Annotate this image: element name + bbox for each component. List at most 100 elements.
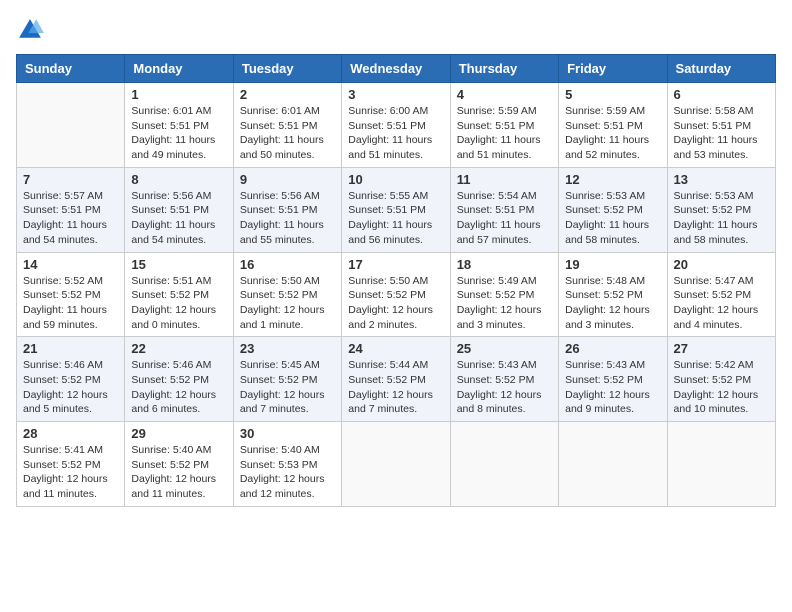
day-cell: 2 Sunrise: 6:01 AM Sunset: 5:51 PM Daylig… [233, 83, 341, 168]
week-row-3: 14 Sunrise: 5:52 AM Sunset: 5:52 PM Dayli… [17, 252, 776, 337]
day-cell: 7 Sunrise: 5:57 AM Sunset: 5:51 PM Daylig… [17, 167, 125, 252]
day-cell: 22Sunrise: 5:46 AM Sunset: 5:52 PM Dayli… [125, 337, 233, 422]
day-number: 21 [23, 341, 118, 356]
day-number: 23 [240, 341, 335, 356]
day-cell [559, 422, 667, 507]
day-info: Sunrise: 5:42 AM Sunset: 5:52 PM Dayligh… [674, 358, 769, 417]
week-row-1: 1 Sunrise: 6:01 AM Sunset: 5:51 PM Daylig… [17, 83, 776, 168]
header-monday: Monday [125, 55, 233, 83]
header-wednesday: Wednesday [342, 55, 450, 83]
day-number: 18 [457, 257, 552, 272]
day-cell: 12 Sunrise: 5:53 AM Sunset: 5:52 PM Dayli… [559, 167, 667, 252]
day-info: Sunrise: 5:53 AM Sunset: 5:52 PM Dayligh… [674, 189, 769, 248]
day-info: Sunrise: 5:41 AM Sunset: 5:52 PM Dayligh… [23, 443, 118, 502]
calendar: SundayMondayTuesdayWednesdayThursdayFrid… [16, 54, 776, 507]
day-cell: 5 Sunrise: 5:59 AM Sunset: 5:51 PM Daylig… [559, 83, 667, 168]
day-cell: 24 Sunrise: 5:44 AM Sunset: 5:52 PM Dayli… [342, 337, 450, 422]
day-number: 28 [23, 426, 118, 441]
day-info: Sunrise: 5:46 AM Sunset: 5:52 PM Dayligh… [131, 358, 226, 417]
day-info: Sunrise: 5:46 AM Sunset: 5:52 PM Dayligh… [23, 358, 118, 417]
header-saturday: Saturday [667, 55, 775, 83]
day-number: 16 [240, 257, 335, 272]
day-cell: 27 Sunrise: 5:42 AM Sunset: 5:52 PM Dayli… [667, 337, 775, 422]
day-cell: 3Sunrise: 6:00 AM Sunset: 5:51 PM Daylig… [342, 83, 450, 168]
day-info: Sunrise: 5:44 AM Sunset: 5:52 PM Dayligh… [348, 358, 443, 417]
day-number: 4 [457, 87, 552, 102]
day-number: 5 [565, 87, 660, 102]
day-cell: 11 Sunrise: 5:54 AM Sunset: 5:51 PM Dayli… [450, 167, 558, 252]
logo-icon [16, 16, 44, 44]
day-number: 15 [131, 257, 226, 272]
day-number: 19 [565, 257, 660, 272]
day-number: 6 [674, 87, 769, 102]
week-row-5: 28 Sunrise: 5:41 AM Sunset: 5:52 PM Dayli… [17, 422, 776, 507]
day-info: Sunrise: 5:43 AM Sunset: 5:52 PM Dayligh… [565, 358, 660, 417]
day-cell: 18Sunrise: 5:49 AM Sunset: 5:52 PM Dayli… [450, 252, 558, 337]
day-cell: 14 Sunrise: 5:52 AM Sunset: 5:52 PM Dayli… [17, 252, 125, 337]
day-cell: 23 Sunrise: 5:45 AM Sunset: 5:52 PM Dayli… [233, 337, 341, 422]
header-friday: Friday [559, 55, 667, 83]
day-cell: 21 Sunrise: 5:46 AM Sunset: 5:52 PM Dayli… [17, 337, 125, 422]
day-cell: 4 Sunrise: 5:59 AM Sunset: 5:51 PM Daylig… [450, 83, 558, 168]
day-info: Sunrise: 5:47 AM Sunset: 5:52 PM Dayligh… [674, 274, 769, 333]
day-info: Sunrise: 5:53 AM Sunset: 5:52 PM Dayligh… [565, 189, 660, 248]
day-info: Sunrise: 5:55 AM Sunset: 5:51 PM Dayligh… [348, 189, 443, 248]
day-number: 13 [674, 172, 769, 187]
day-number: 11 [457, 172, 552, 187]
day-cell: 19 Sunrise: 5:48 AM Sunset: 5:52 PM Dayli… [559, 252, 667, 337]
day-number: 20 [674, 257, 769, 272]
day-info: Sunrise: 5:59 AM Sunset: 5:51 PM Dayligh… [565, 104, 660, 163]
day-cell: 20 Sunrise: 5:47 AM Sunset: 5:52 PM Dayli… [667, 252, 775, 337]
week-row-4: 21 Sunrise: 5:46 AM Sunset: 5:52 PM Dayli… [17, 337, 776, 422]
day-info: Sunrise: 5:58 AM Sunset: 5:51 PM Dayligh… [674, 104, 769, 163]
header-sunday: Sunday [17, 55, 125, 83]
day-info: Sunrise: 5:48 AM Sunset: 5:52 PM Dayligh… [565, 274, 660, 333]
day-info: Sunrise: 5:52 AM Sunset: 5:52 PM Dayligh… [23, 274, 118, 333]
day-number: 27 [674, 341, 769, 356]
day-cell [450, 422, 558, 507]
day-info: Sunrise: 6:01 AM Sunset: 5:51 PM Dayligh… [240, 104, 335, 163]
day-cell: 15 Sunrise: 5:51 AM Sunset: 5:52 PM Dayli… [125, 252, 233, 337]
day-info: Sunrise: 5:56 AM Sunset: 5:51 PM Dayligh… [240, 189, 335, 248]
day-info: Sunrise: 5:51 AM Sunset: 5:52 PM Dayligh… [131, 274, 226, 333]
day-cell: 1 Sunrise: 6:01 AM Sunset: 5:51 PM Daylig… [125, 83, 233, 168]
day-cell: 13 Sunrise: 5:53 AM Sunset: 5:52 PM Dayli… [667, 167, 775, 252]
day-number: 17 [348, 257, 443, 272]
day-number: 30 [240, 426, 335, 441]
page-header [16, 16, 776, 44]
day-cell: 10Sunrise: 5:55 AM Sunset: 5:51 PM Dayli… [342, 167, 450, 252]
day-cell: 8 Sunrise: 5:56 AM Sunset: 5:51 PM Daylig… [125, 167, 233, 252]
day-number: 9 [240, 172, 335, 187]
day-cell [667, 422, 775, 507]
day-cell: 26 Sunrise: 5:43 AM Sunset: 5:52 PM Dayli… [559, 337, 667, 422]
day-cell [17, 83, 125, 168]
day-cell: 16Sunrise: 5:50 AM Sunset: 5:52 PM Dayli… [233, 252, 341, 337]
day-info: Sunrise: 5:56 AM Sunset: 5:51 PM Dayligh… [131, 189, 226, 248]
day-number: 24 [348, 341, 443, 356]
day-cell: 29Sunrise: 5:40 AM Sunset: 5:52 PM Dayli… [125, 422, 233, 507]
day-number: 1 [131, 87, 226, 102]
day-number: 8 [131, 172, 226, 187]
day-number: 29 [131, 426, 226, 441]
day-number: 25 [457, 341, 552, 356]
day-cell: 17Sunrise: 5:50 AM Sunset: 5:52 PM Dayli… [342, 252, 450, 337]
header-row: SundayMondayTuesdayWednesdayThursdayFrid… [17, 55, 776, 83]
day-info: Sunrise: 5:59 AM Sunset: 5:51 PM Dayligh… [457, 104, 552, 163]
day-number: 2 [240, 87, 335, 102]
header-thursday: Thursday [450, 55, 558, 83]
day-info: Sunrise: 6:01 AM Sunset: 5:51 PM Dayligh… [131, 104, 226, 163]
day-info: Sunrise: 6:00 AM Sunset: 5:51 PM Dayligh… [348, 104, 443, 163]
day-cell: 30 Sunrise: 5:40 AM Sunset: 5:53 PM Dayli… [233, 422, 341, 507]
week-row-2: 7 Sunrise: 5:57 AM Sunset: 5:51 PM Daylig… [17, 167, 776, 252]
day-info: Sunrise: 5:54 AM Sunset: 5:51 PM Dayligh… [457, 189, 552, 248]
day-info: Sunrise: 5:40 AM Sunset: 5:53 PM Dayligh… [240, 443, 335, 502]
day-number: 7 [23, 172, 118, 187]
day-info: Sunrise: 5:57 AM Sunset: 5:51 PM Dayligh… [23, 189, 118, 248]
day-info: Sunrise: 5:43 AM Sunset: 5:52 PM Dayligh… [457, 358, 552, 417]
day-number: 12 [565, 172, 660, 187]
day-number: 14 [23, 257, 118, 272]
day-number: 26 [565, 341, 660, 356]
day-cell [342, 422, 450, 507]
day-info: Sunrise: 5:45 AM Sunset: 5:52 PM Dayligh… [240, 358, 335, 417]
day-cell: 6 Sunrise: 5:58 AM Sunset: 5:51 PM Daylig… [667, 83, 775, 168]
